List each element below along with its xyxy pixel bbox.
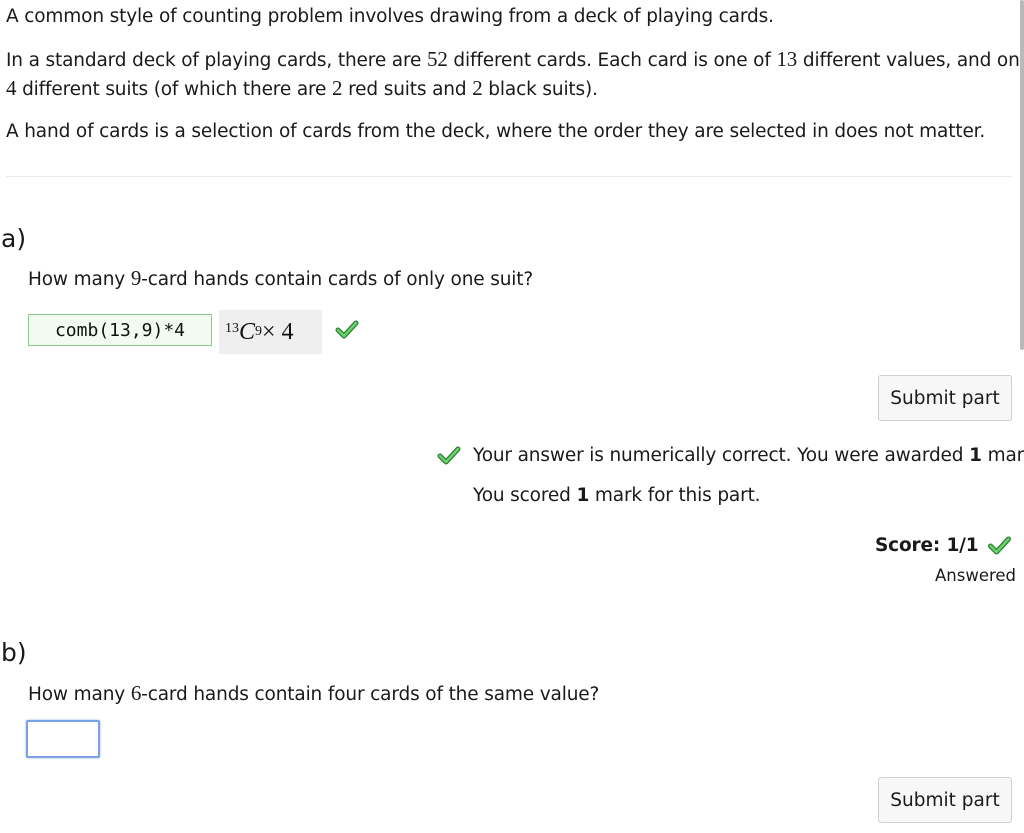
part-a-label: a) (1, 224, 27, 253)
part-a-answer-input[interactable]: comb(13,9)*4 (28, 314, 212, 346)
preview-times: × 4 (262, 318, 294, 345)
part-a-score: Score: 1/1 (875, 535, 979, 556)
intro-text: different suits (of which there are (16, 79, 333, 100)
scrollbar[interactable] (1020, 0, 1024, 350)
part-a-scored-text: You scored 1 mark for this part. (473, 484, 761, 508)
preview-subscript: 9 (255, 324, 263, 339)
part-b-label: b) (1, 638, 27, 667)
intro-line-1: A common style of counting problem invol… (6, 6, 774, 27)
intro-line-2: In a standard deck of playing cards, the… (6, 47, 1024, 73)
intro-text: different values, and one of (802, 50, 1024, 71)
question-text: -card hands contain cards of only one su… (141, 269, 534, 290)
number: 52 (426, 47, 448, 71)
part-b-question: How many 6-card hands contain four cards… (28, 681, 599, 707)
part-b-submit-button[interactable]: Submit part (878, 777, 1012, 823)
checkmark-icon (987, 536, 1012, 560)
number: 2 (472, 76, 483, 100)
preview-symbol: C (239, 318, 256, 345)
checkmark-icon (436, 446, 462, 470)
part-a-feedback: Your answer is numerically correct. You … (473, 444, 1024, 468)
scored-number: 1 (576, 485, 590, 506)
question-text: -card hands contain four cards of the sa… (141, 684, 600, 705)
part-a-question: How many 9-card hands contain cards of o… (28, 266, 533, 292)
question-text: How many (28, 684, 131, 705)
preview-superscript: 13 (225, 321, 239, 336)
checkmark-icon (335, 320, 359, 344)
number: 13 (776, 47, 798, 71)
intro-text: In a standard deck of playing cards, the… (6, 50, 427, 71)
part-a-submit-button[interactable]: Submit part (878, 375, 1012, 421)
feedback-text: Your answer is numerically correct. You … (473, 445, 970, 466)
intro-text: red suits and (342, 79, 473, 100)
number: 6 (130, 681, 142, 705)
scored-text: You scored (473, 485, 577, 506)
scored-text: mark for this part. (589, 485, 761, 506)
intro-line-3: 4 different suits (of which there are 2 … (6, 76, 598, 102)
number: 4 (6, 76, 17, 100)
intro-text: different cards. Each card is one of (447, 50, 777, 71)
number: 9 (130, 266, 142, 290)
intro-line-4: A hand of cards is a selection of cards … (6, 121, 986, 142)
feedback-number: 1 (969, 445, 982, 466)
section-divider (6, 176, 1012, 177)
intro-text: black suits). (482, 79, 598, 100)
feedback-text: mark. (987, 445, 1024, 466)
part-b-answer-input[interactable] (26, 720, 100, 758)
part-a-answer-preview: 13 C 9 × 4 (219, 310, 322, 354)
number: 2 (332, 76, 343, 100)
question-text: How many (28, 269, 131, 290)
part-a-status: Answered (935, 566, 1017, 585)
